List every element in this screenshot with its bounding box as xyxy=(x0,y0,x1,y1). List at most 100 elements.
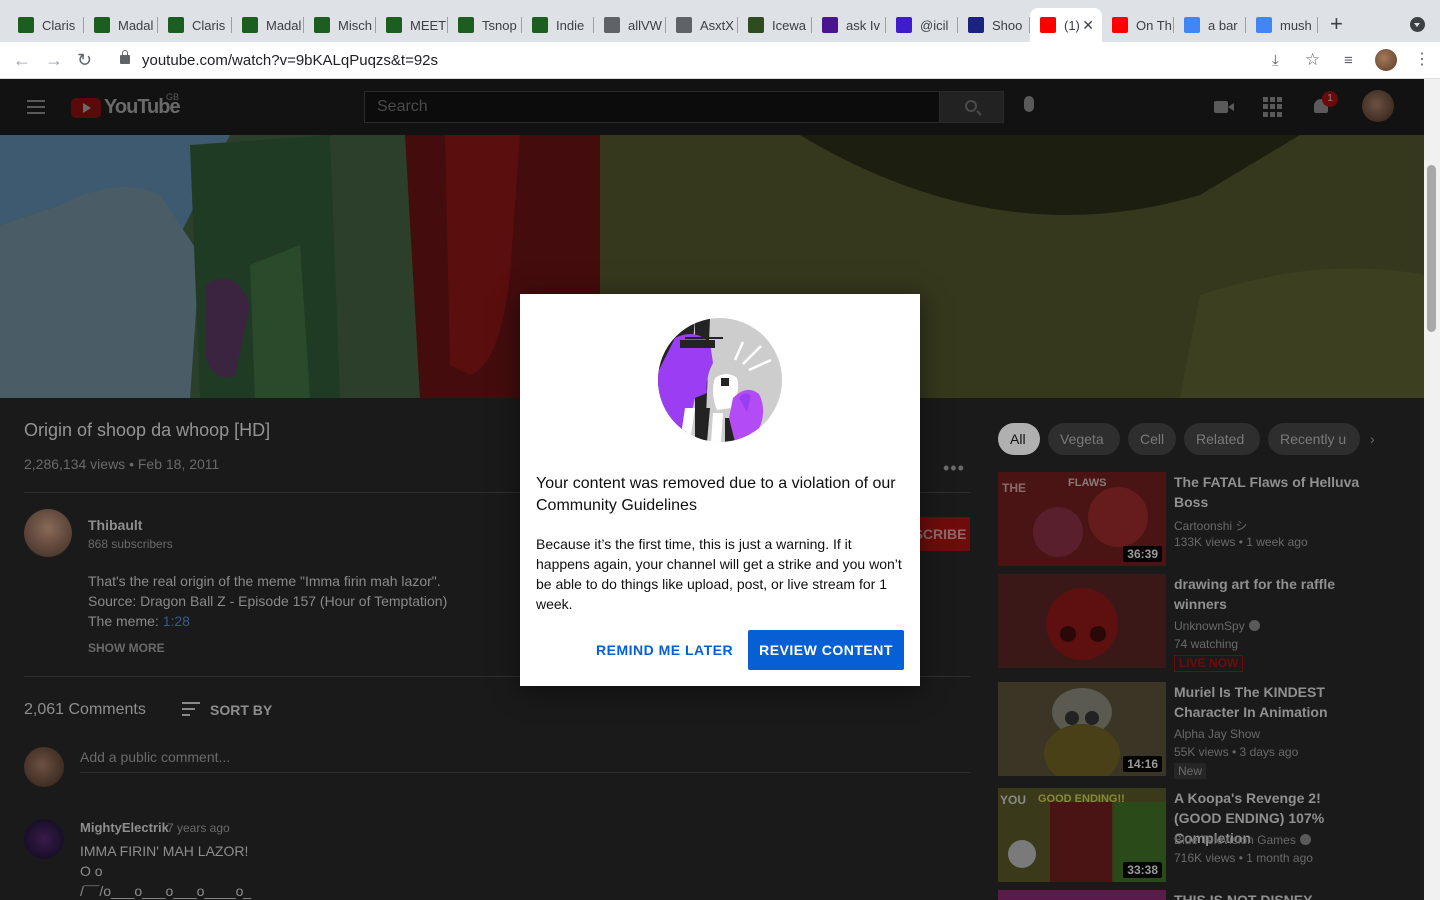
install-icon[interactable]: ⤓ xyxy=(1272,51,1279,71)
microphone-icon[interactable] xyxy=(1024,96,1034,112)
address-bar[interactable]: youtube.com/watch?v=9bKALqPuqzs&t=92s xyxy=(142,52,438,69)
tab-favicon-icon xyxy=(968,17,984,33)
tab-label: Misch xyxy=(338,17,372,33)
rec-meta: 74 watching xyxy=(1174,637,1239,651)
forward-arrow-icon[interactable]: → xyxy=(45,50,63,70)
browser-tab[interactable]: Madal xyxy=(84,8,158,42)
tab-favicon-icon xyxy=(1184,17,1200,33)
tab-label: Claris xyxy=(42,17,76,33)
rec-title[interactable]: THIS IS NOT DISNEY xyxy=(1174,890,1369,900)
community-guidelines-dialog: Your content was removed due to a violat… xyxy=(520,294,920,686)
create-video-icon[interactable] xyxy=(1214,97,1234,117)
region-code: GB xyxy=(166,92,180,102)
rec-thumbnail[interactable]: YOU GOOD ENDING!! 33:38 xyxy=(998,788,1166,882)
profile-avatar[interactable] xyxy=(1375,49,1397,71)
review-content-button[interactable]: REVIEW CONTENT xyxy=(748,630,904,670)
sort-by-button[interactable]: SORT BY xyxy=(210,702,272,718)
remind-me-later-button[interactable]: REMIND ME LATER xyxy=(586,630,743,670)
search-icon xyxy=(965,100,977,112)
comment-author[interactable]: MightyElectrik xyxy=(80,820,169,835)
svg-text:THE: THE xyxy=(1002,481,1026,495)
rec-channel[interactable]: UnknownSpy xyxy=(1174,619,1260,633)
browser-tab[interactable]: Shoo xyxy=(958,8,1030,42)
browser-tab[interactable]: Claris xyxy=(158,8,232,42)
scrollbar-thumb[interactable] xyxy=(1427,165,1436,332)
browser-tab[interactable]: AsxtX xyxy=(666,8,738,42)
show-more-button[interactable]: SHOW MORE xyxy=(88,641,165,655)
browser-tab[interactable]: (1) ✕ xyxy=(1030,8,1102,42)
comment-text: IMMA FIRIN' MAH LAZOR! xyxy=(80,843,249,859)
browser-tab[interactable]: Misch xyxy=(304,8,376,42)
rec-channel[interactable]: Blue Television Games xyxy=(1174,833,1311,847)
browser-tab[interactable]: MEET xyxy=(376,8,448,42)
tab-close-icon[interactable]: ✕ xyxy=(1082,17,1094,34)
browser-tab[interactable]: allVW xyxy=(594,8,666,42)
dialog-title: Your content was removed due to a violat… xyxy=(536,475,896,514)
tab-favicon-icon xyxy=(896,17,912,33)
rec-thumbnail[interactable] xyxy=(998,574,1166,668)
browser-tab[interactable]: ask Iv xyxy=(812,8,886,42)
media-control-icon[interactable]: ≡ xyxy=(1344,51,1353,71)
rec-meta: 133K views • 1 week ago xyxy=(1174,535,1308,549)
comment-timestamp[interactable]: 7 years ago xyxy=(167,821,230,835)
filter-chip[interactable]: Cell xyxy=(1128,423,1176,455)
lock-icon[interactable] xyxy=(120,50,130,64)
channel-name[interactable]: Thibault xyxy=(88,517,142,533)
tab-label: Shoo xyxy=(992,17,1023,33)
filter-chip[interactable]: Vegeta xyxy=(1048,423,1120,455)
tab-label: On Th xyxy=(1136,17,1172,33)
timestamp-link[interactable]: 1:28 xyxy=(163,613,190,629)
comment-author-avatar[interactable] xyxy=(24,819,64,859)
rec-thumbnail[interactable]: THE FLAWS 36:39 xyxy=(998,472,1166,566)
tab-favicon-icon xyxy=(1112,17,1128,33)
chrome-menu-icon[interactable]: ⋮ xyxy=(1414,50,1430,70)
new-tab-button[interactable]: + xyxy=(1330,12,1343,36)
filter-chip[interactable]: All xyxy=(998,423,1040,455)
bookmark-star-icon[interactable]: ☆ xyxy=(1305,50,1320,70)
back-arrow-icon[interactable]: ← xyxy=(13,50,31,70)
chevron-right-icon[interactable]: › xyxy=(1370,431,1375,447)
rec-thumbnail[interactable]: 14:16 xyxy=(998,682,1166,776)
comment-input-underline xyxy=(80,772,970,773)
browser-tab[interactable]: Claris xyxy=(8,8,84,42)
tab-label: MEET xyxy=(410,17,447,33)
rec-title[interactable]: Muriel Is The KINDEST Character In Anima… xyxy=(1174,682,1369,722)
account-avatar[interactable] xyxy=(1362,90,1394,122)
search-input[interactable]: Search xyxy=(364,91,940,123)
browser-tab[interactable]: mush xyxy=(1246,8,1318,42)
browser-tab[interactable]: Icewa xyxy=(738,8,812,42)
more-actions-icon[interactable]: ••• xyxy=(943,458,965,479)
youtube-logo-icon[interactable] xyxy=(71,98,101,118)
reload-icon[interactable]: ↻ xyxy=(77,50,92,70)
browser-tab[interactable]: Madal xyxy=(232,8,304,42)
rec-channel[interactable]: Alpha Jay Show xyxy=(1174,727,1260,741)
video-duration: 36:39 xyxy=(1123,546,1162,562)
rec-channel[interactable]: Cartoonshi シ xyxy=(1174,517,1247,534)
browser-tab[interactable]: On Th xyxy=(1102,8,1174,42)
browser-tabstrip: Claris Madal Claris Madal Misch MEET Tsnop Indi… xyxy=(0,0,1440,42)
live-now-badge: LIVE NOW xyxy=(1174,655,1244,672)
browser-tab[interactable]: Tsnop xyxy=(448,8,522,42)
tab-label: Madal xyxy=(118,17,154,33)
channel-avatar[interactable] xyxy=(24,509,72,557)
search-button[interactable] xyxy=(939,91,1004,123)
menu-icon[interactable] xyxy=(27,100,45,114)
rec-title[interactable]: drawing art for the raffle winners xyxy=(1174,574,1369,614)
tab-search-icon[interactable] xyxy=(1410,17,1425,32)
sort-icon[interactable] xyxy=(182,702,200,716)
apps-grid-icon[interactable] xyxy=(1263,97,1283,117)
add-comment-input[interactable]: Add a public comment... xyxy=(80,749,230,765)
browser-tab[interactable]: @icil xyxy=(886,8,958,42)
browser-tab[interactable]: a bar xyxy=(1174,8,1246,42)
verified-icon xyxy=(1299,834,1311,845)
rec-thumbnail[interactable] xyxy=(998,890,1166,900)
notification-badge: 1 xyxy=(1322,91,1338,107)
browser-tab[interactable]: Indie xyxy=(522,8,594,42)
description-line: Source: Dragon Ball Z - Episode 157 (Hou… xyxy=(88,593,448,609)
tab-label: ask Iv xyxy=(846,17,880,33)
rec-title[interactable]: The FATAL Flaws of Helluva Boss xyxy=(1174,472,1369,512)
tab-favicon-icon xyxy=(458,17,474,33)
filter-chip[interactable]: Recently u xyxy=(1268,423,1360,455)
comments-count: 2,061 Comments xyxy=(24,701,146,718)
filter-chip[interactable]: Related xyxy=(1184,423,1260,455)
